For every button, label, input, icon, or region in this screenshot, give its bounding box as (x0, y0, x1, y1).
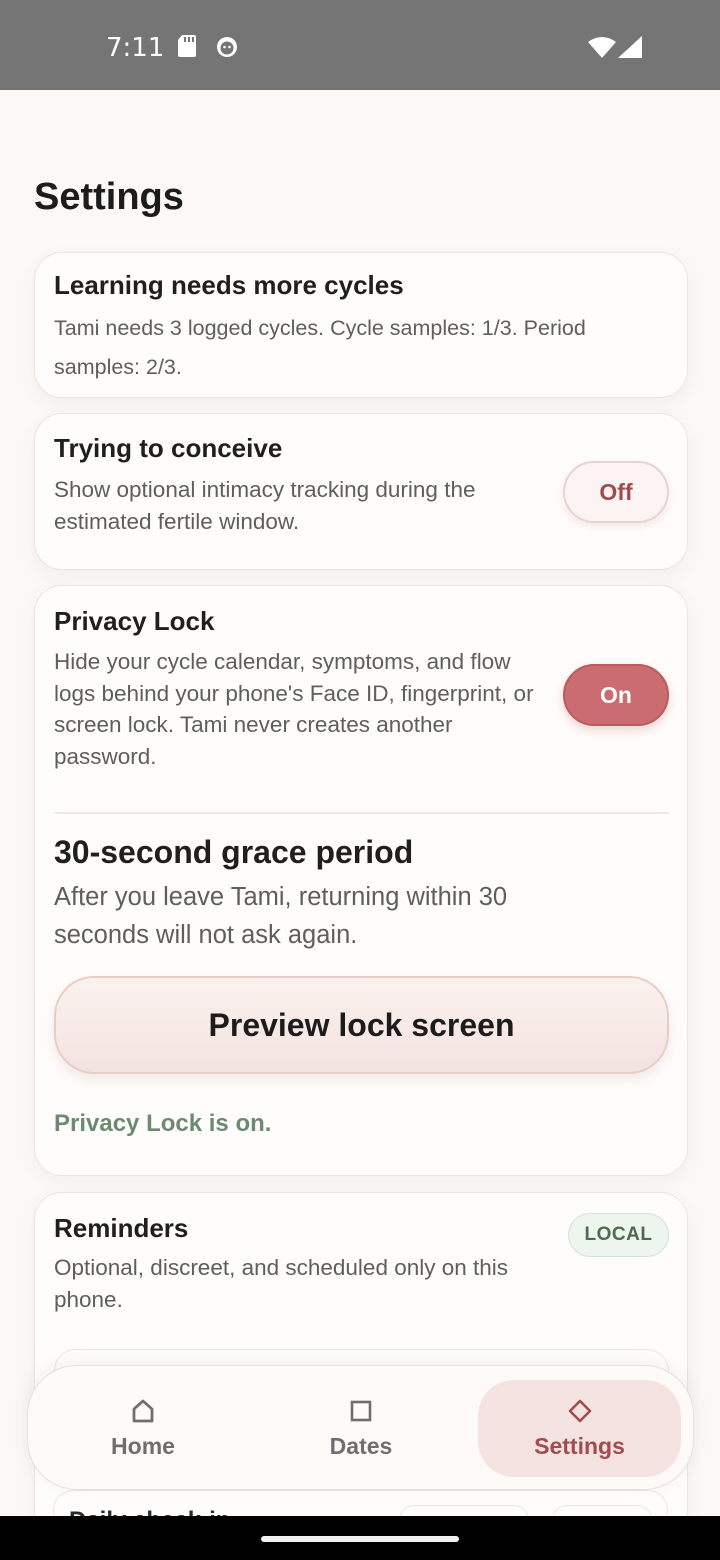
nav-label-home: Home (111, 1433, 175, 1459)
learning-card-title: Learning needs more cycles (54, 270, 404, 300)
nav-item-settings[interactable]: Settings (478, 1380, 681, 1477)
grace-period-description: After you leave Tami, returning within 3… (54, 883, 508, 949)
page-title: Settings (34, 176, 184, 218)
privacy-lock-card: Privacy Lock Hide your cycle calendar, s… (34, 585, 688, 1176)
privacy-lock-title: Privacy Lock (54, 606, 215, 636)
gesture-bar (0, 1516, 720, 1560)
conceive-card-title: Trying to conceive (54, 433, 283, 463)
cat-face-icon (217, 37, 237, 57)
square-icon (350, 1400, 372, 1422)
conceive-toggle[interactable]: Off (563, 461, 669, 523)
bottom-nav: Home Dates Settings (27, 1365, 694, 1490)
privacy-lock-divider (54, 812, 669, 814)
status-time: 7:11 (106, 33, 165, 63)
nav-item-home[interactable]: Home (42, 1380, 244, 1477)
privacy-lock-status: Privacy Lock is on. (54, 1110, 272, 1137)
signal-icon (618, 36, 642, 58)
local-badge: LOCAL (568, 1213, 669, 1257)
sd-card-icon (178, 35, 196, 57)
privacy-lock-description: Hide your cycle calendar, symptoms, and … (54, 649, 534, 769)
home-gesture-handle[interactable] (261, 1536, 459, 1542)
nav-item-dates[interactable]: Dates (260, 1380, 462, 1477)
reminders-title: Reminders (54, 1213, 189, 1243)
grace-period-title: 30-second grace period (54, 834, 414, 870)
home-icon (132, 1399, 154, 1423)
privacy-lock-toggle[interactable]: On (563, 664, 669, 726)
conceive-card-description: Show optional intimacy tracking during t… (54, 477, 476, 534)
learning-card-description: Tami needs 3 logged cycles. Cycle sample… (54, 316, 586, 379)
nav-label-dates: Dates (329, 1433, 393, 1459)
wifi-icon (588, 37, 616, 58)
conceive-card: Trying to conceive Show optional intimac… (34, 413, 688, 570)
diamond-icon (568, 1399, 591, 1423)
preview-lock-screen-button[interactable]: Preview lock screen (54, 976, 669, 1074)
nav-label-settings: Settings (534, 1433, 625, 1459)
learning-card: Learning needs more cycles Tami needs 3 … (34, 252, 688, 398)
status-bar: 7:11 (0, 0, 720, 90)
reminders-description: Optional, discreet, and scheduled only o… (54, 1255, 509, 1312)
